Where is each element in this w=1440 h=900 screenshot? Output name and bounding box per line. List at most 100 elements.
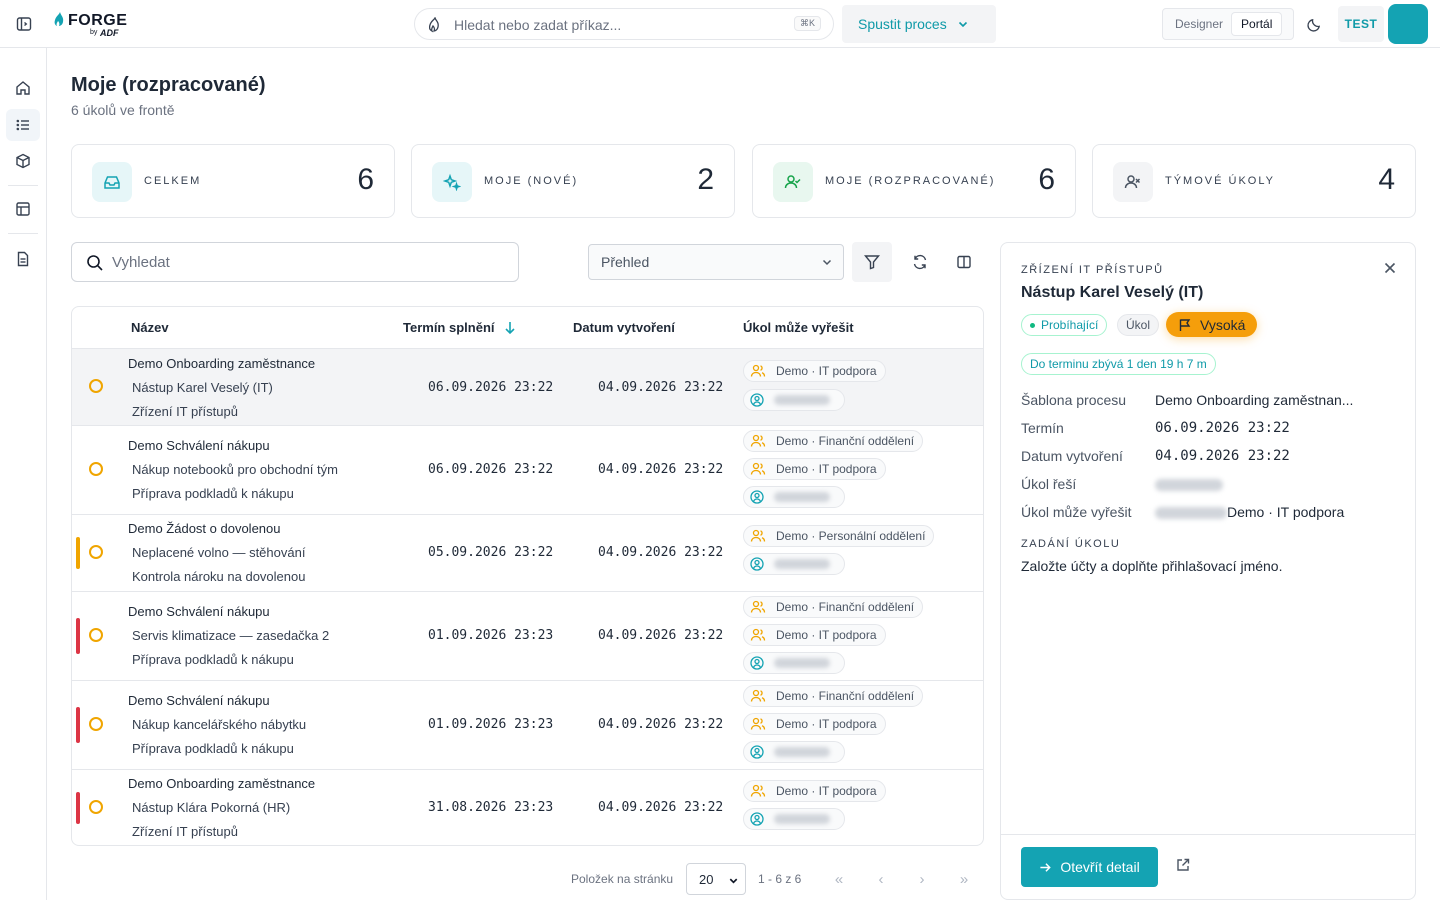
redacted-user [774,658,830,668]
resolver-label: Úkol může vyřešit [1021,504,1132,520]
sidebar-toggle-icon[interactable] [12,12,36,36]
filter-button[interactable] [852,242,892,282]
row-created: 04.09.2026 23:22 [598,545,724,560]
detail-kicker: ZŘÍZENÍ IT PŘÍSTUPŮ [1021,264,1164,276]
row-process: Demo Schválení nákupu [128,693,270,708]
table-icon[interactable] [6,193,40,225]
logo-by: by [90,29,98,36]
row-process: Demo Onboarding zaměstnance [128,356,316,371]
task-list-icon[interactable] [6,109,40,141]
redacted-user [774,395,830,405]
status-ring [89,379,103,393]
left-rail [0,48,47,900]
template-label: Šablona procesu [1021,392,1127,408]
sparkles-icon [432,162,472,202]
close-icon[interactable] [1383,261,1397,278]
row-instance: Nástup Klára Pokorná (HR) [132,800,291,815]
mode-designer[interactable]: Designer [1166,13,1232,35]
column-due[interactable]: Termín splnění [403,320,495,335]
users-icon [750,628,766,641]
document-icon[interactable] [6,243,40,275]
redacted-user [774,747,830,757]
moon-icon[interactable] [1302,12,1326,36]
resolver-value: Demo · IT podpora [1155,504,1344,520]
open-detail-button[interactable]: Otevřít detail [1021,847,1158,887]
redacted-user [774,492,830,502]
row-step: Příprava podkladů k nákupu [132,741,294,756]
sort-arrow-down-icon[interactable] [504,321,516,335]
prev-page-icon[interactable]: ‹ [872,870,890,888]
chevron-down-icon [729,878,738,884]
forge-logo[interactable]: FORGE by ADF [54,10,154,40]
row-step: Zřízení IT přístupů [132,824,238,839]
split-view-button[interactable] [944,242,984,282]
section-label: ZADÁNÍ ÚKOLU [1021,538,1121,550]
users-icon [750,364,766,377]
table-row[interactable]: Demo Schválení nákupu Nákup kancelářskéh… [72,681,983,770]
table-row[interactable]: Demo Schválení nákupu Servis klimatizace… [72,592,983,681]
priority-bar-high [76,618,80,654]
redacted-user [1155,507,1227,520]
rail-divider [8,233,38,234]
page-range: 1 - 6 z 6 [758,872,802,886]
command-search-input[interactable]: Hledat nebo zadat příkaz... ⌘K [414,8,834,40]
deadline-badge: Do terminu zbývá 1 den 19 h 7 m [1021,353,1216,375]
group-chip-label: Demo · IT podpora [776,364,877,378]
stat-card-my-new[interactable]: MOJE (NOVÉ) 2 [411,144,735,218]
panel-divider [1001,834,1415,835]
user-chip [743,808,845,830]
view-select[interactable]: Přehled [588,244,844,280]
row-process: Demo Žádost o dovolenou [128,521,281,536]
box-icon[interactable] [6,145,40,177]
table-row[interactable]: Demo Onboarding zaměstnance Nástup Karel… [72,349,983,426]
group-chip: Demo · Personální oddělení [743,525,935,547]
flame-icon [54,12,64,26]
users-icon [750,784,766,797]
column-resolver[interactable]: Úkol může vyřešit [743,320,854,335]
group-chip: Demo · IT podpora [743,458,886,480]
row-process: Demo Schválení nákupu [128,438,270,453]
user-x-icon [1113,162,1153,202]
row-due: 05.09.2026 23:22 [428,545,554,560]
task-search-input[interactable]: Vyhledat [71,242,519,282]
first-page-icon[interactable]: « [830,870,848,888]
user-avatar[interactable] [1388,4,1428,44]
column-name[interactable]: Název [131,320,169,335]
table-row[interactable]: Demo Schválení nákupu Nákup notebooků pr… [72,426,983,515]
due-value: 06.09.2026 23:22 [1155,420,1290,436]
priority-badge-label: Vysoká [1200,316,1246,333]
run-process-button[interactable]: Spustit proces [842,5,996,43]
next-page-icon[interactable]: › [913,870,931,888]
user-circle-icon [750,557,764,571]
status-badge: Probíhající [1021,314,1108,336]
stat-card-team[interactable]: TÝMOVÉ ÚKOLY 4 [1092,144,1416,218]
stat-card-my-in-progress[interactable]: MOJE (ROZPRACOVANÉ) 6 [752,144,1076,218]
refresh-button[interactable] [900,242,940,282]
row-created: 04.09.2026 23:22 [598,800,724,815]
stat-label: MOJE (ROZPRACOVANÉ) [825,175,996,187]
table-row[interactable]: Demo Onboarding zaměstnance Nástup Klára… [72,770,983,845]
row-step: Kontrola nároku na dovolenou [132,569,306,584]
home-icon[interactable] [6,72,40,104]
per-page-label: Položek na stránku [571,872,674,886]
table-row[interactable]: Demo Žádost o dovolenou Neplacené volno … [72,515,983,592]
row-step: Příprava podkladů k nákupu [132,486,294,501]
external-link-icon[interactable] [1175,857,1191,876]
mode-portal[interactable]: Portál [1232,13,1282,35]
last-page-icon[interactable]: » [955,870,973,888]
top-bar: FORGE by ADF Hledat nebo zadat příkaz...… [0,0,1440,48]
stat-card-total[interactable]: CELKEM 6 [71,144,395,218]
open-detail-label: Otevřít detail [1060,859,1140,875]
row-due: 31.08.2026 23:23 [428,800,554,815]
row-created: 04.09.2026 23:22 [598,717,724,732]
row-created: 04.09.2026 23:22 [598,380,724,395]
row-due: 01.09.2026 23:23 [428,717,554,732]
user-circle-icon [750,656,764,670]
column-created[interactable]: Datum vytvoření [573,320,675,335]
row-created: 04.09.2026 23:22 [598,462,724,477]
per-page-select[interactable]: 20 [686,863,746,895]
created-label: Datum vytvoření [1021,448,1123,464]
stat-label: CELKEM [144,175,202,187]
type-badge: Úkol [1117,314,1160,336]
logo-sub: ADF [100,28,119,38]
